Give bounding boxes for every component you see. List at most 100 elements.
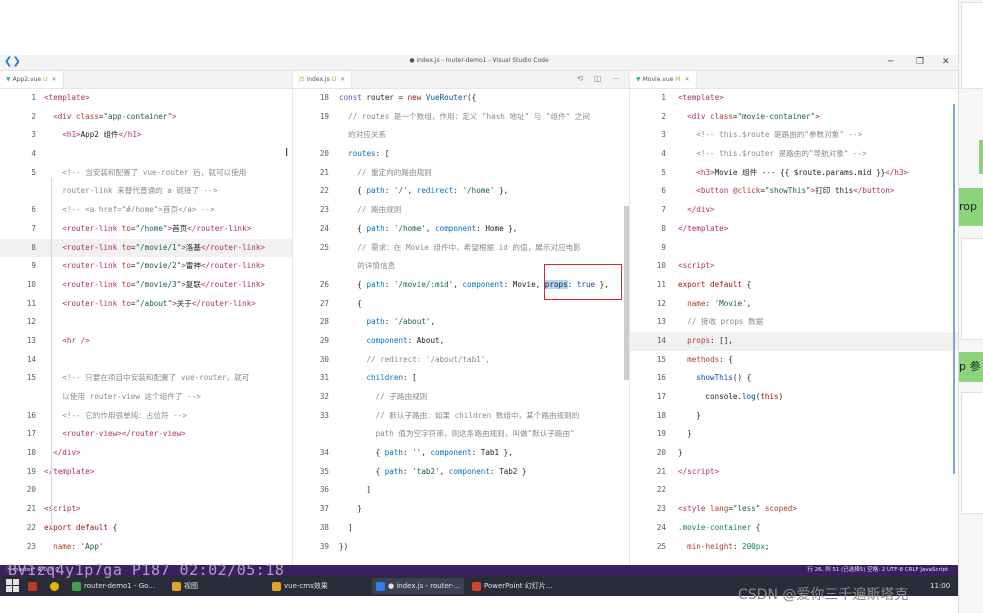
line-text[interactable]: console.log(this) xyxy=(678,388,783,407)
code-line[interactable]: 18 const router = new VueRouter({ xyxy=(293,89,630,108)
code-line[interactable]: 12 xyxy=(0,313,292,332)
code-line[interactable]: 19 // routes 是一个数组，作用：定义 "hash 地址" 与 "组件… xyxy=(293,108,630,127)
line-text[interactable]: // routes 是一个数组，作用：定义 "hash 地址" 与 "组件" 之… xyxy=(339,108,590,127)
code-line[interactable]: 29 component: About, xyxy=(293,332,630,351)
minimize-button[interactable]: ─ xyxy=(888,56,893,68)
line-text[interactable]: <!-- this.$router 是路由的"导航对象" --> xyxy=(678,145,866,164)
code-line[interactable]: 16 <!-- 它的作用很单纯：占位符 --> xyxy=(0,407,292,426)
code-line[interactable]: 9 xyxy=(630,239,959,258)
line-text[interactable]: props: [], xyxy=(678,332,733,351)
close-icon[interactable]: ✕ xyxy=(685,76,690,83)
code-line[interactable]: 14 xyxy=(0,351,292,370)
code-line[interactable]: 21 <script> xyxy=(0,500,292,519)
line-text[interactable]: </script> xyxy=(678,463,719,482)
line-text[interactable]: </div> xyxy=(678,201,714,220)
line-text[interactable]: <router-link to="/movie/2">雷神</router-li… xyxy=(44,257,265,276)
code-line[interactable]: 18 </div> xyxy=(0,444,292,463)
line-text[interactable]: } xyxy=(678,444,683,463)
line-text[interactable]: <!-- 只要在项目中安装和配置了 vue-router，就可 xyxy=(44,369,249,388)
line-text[interactable]: <router-view></router-view> xyxy=(44,425,185,444)
tab-movie-vue[interactable]: ▼ Movie.vue M ✕ xyxy=(630,71,697,88)
code-line[interactable]: 20 xyxy=(0,481,292,500)
line-text[interactable]: { path: '/home', component: Home }, xyxy=(339,220,517,239)
code-line[interactable]: router-link 来替代普通的 a 链接了 --> xyxy=(0,182,292,201)
line-text[interactable]: { path: 'tab2', component: Tab2 } xyxy=(339,463,527,482)
line-text[interactable]: component: About, xyxy=(339,332,444,351)
line-text[interactable]: path 值为空字符串，则这条路由规则，叫做"默认子路由" xyxy=(339,425,575,444)
line-text[interactable]: router-link 来替代普通的 a 链接了 --> xyxy=(44,182,217,201)
code-line[interactable]: 17 console.log(this) xyxy=(630,388,959,407)
editor-pane-app2[interactable]: ▼ App2.vue U ✕ 1 <template> 2 <div class="app… xyxy=(0,71,292,565)
line-text[interactable]: // 路由规则 xyxy=(339,201,401,220)
code-line[interactable]: 1 <template> xyxy=(0,89,292,108)
line-text[interactable]: <div class="movie-container"> xyxy=(678,108,820,127)
line-text[interactable]: { xyxy=(339,295,362,314)
code-line[interactable]: 21 // 重定向的路由规则 xyxy=(293,164,630,183)
taskbar-app-icon[interactable] xyxy=(28,578,42,594)
code-line[interactable]: 4 xyxy=(0,145,292,164)
editor-actions[interactable]: ⟲ ◫ ⋯ xyxy=(577,74,624,83)
line-text[interactable]: 的对应关系 xyxy=(339,126,386,145)
thumbnail[interactable] xyxy=(961,2,983,89)
close-icon[interactable]: ✕ xyxy=(340,76,345,83)
line-text[interactable]: // 接收 props 数据 xyxy=(678,313,763,332)
code-lines[interactable]: 1 <template> 2 <div class="movie-container… xyxy=(630,89,959,556)
line-text[interactable]: <router-link to="/home">首页</router-link> xyxy=(44,220,251,239)
line-text[interactable]: 的详情信息 xyxy=(339,257,395,276)
code-line[interactable]: 19 </template> xyxy=(0,463,292,482)
code-line[interactable]: 33 // 默认子路由：如果 children 数组中，某个路由规则的 xyxy=(293,407,630,426)
line-text[interactable]: </template> xyxy=(678,220,728,239)
line-text[interactable]: <router-link to="/movie/1">洛基</router-li… xyxy=(44,239,265,258)
line-text[interactable]: </div> xyxy=(44,444,80,463)
thumbnail[interactable] xyxy=(961,392,983,514)
editor-pane-movie-vue[interactable]: ▼ Movie.vue M ✕ 1 <template> 2 <div class="mo… xyxy=(629,71,959,565)
line-text[interactable]: <template> xyxy=(678,89,724,108)
editor-pane-index-js[interactable]: JS index.js U ✕ ⟲ ◫ ⋯ 18 const router = new … xyxy=(292,71,630,565)
code-line[interactable]: 19 } xyxy=(630,425,959,444)
line-text[interactable]: showThis() { xyxy=(678,369,751,388)
code-line[interactable]: 22 xyxy=(630,481,959,500)
line-text[interactable]: ] xyxy=(339,519,353,538)
line-text[interactable]: // 默认子路由：如果 children 数组中，某个路由规则的 xyxy=(339,407,580,426)
line-text[interactable]: // 需求：在 Movie 组件中，希望根据 id 的值，展示对应电影 xyxy=(339,239,580,258)
code-line[interactable]: 13 <hr /> xyxy=(0,332,292,351)
line-text[interactable]: const router = new VueRouter({ xyxy=(339,89,476,108)
line-text[interactable]: min-height: 200px; xyxy=(678,538,769,557)
code-line[interactable]: 20 routes: [ xyxy=(293,145,630,164)
code-line[interactable]: 11 <router-link to="/about">关于</router-l… xyxy=(0,295,292,314)
code-line[interactable]: 17 <router-view></router-view> xyxy=(0,425,292,444)
code-line[interactable]: 4 <!-- this.$router 是路由的"导航对象" --> xyxy=(630,145,959,164)
line-text[interactable]: routes: [ xyxy=(339,145,389,164)
code-line[interactable]: 34 { path: '', component: Tab1 }, xyxy=(293,444,630,463)
code-line[interactable]: 的对应关系 xyxy=(293,126,630,145)
code-line[interactable]: 28 path: '/about', xyxy=(293,313,630,332)
code-line[interactable]: 36 ] xyxy=(293,481,630,500)
clock[interactable]: 11:00 xyxy=(930,578,950,594)
code-line[interactable]: 38 ] xyxy=(293,519,630,538)
code-lines[interactable]: 18 const router = new VueRouter({19 // ro… xyxy=(293,89,630,556)
taskbar-item[interactable]: PowerPoint 幻灯片... xyxy=(472,578,552,594)
code-line[interactable]: 7 </div> xyxy=(630,201,959,220)
line-text[interactable]: <template> xyxy=(44,89,90,108)
windows-start-icon[interactable] xyxy=(6,579,20,593)
line-text[interactable]: <router-link to="/about">关于</router-link… xyxy=(44,295,256,314)
line-text[interactable]: <!-- <a href="#/home">首页</a> --> xyxy=(44,201,214,220)
line-text[interactable]: } xyxy=(678,425,692,444)
code-line[interactable]: 8 </template> xyxy=(630,220,959,239)
taskbar-item-active[interactable]: ● index.js - router-... xyxy=(372,578,465,594)
chrome-icon[interactable] xyxy=(50,578,64,594)
line-text[interactable]: }) xyxy=(339,538,348,557)
line-text[interactable]: <button @click="showThis">打印 this</butto… xyxy=(678,182,894,201)
code-line[interactable]: 5 <h3>Movie 组件 --- {{ $route.params.mid … xyxy=(630,164,959,183)
code-line[interactable]: 6 <button @click="showThis">打印 this</but… xyxy=(630,182,959,201)
code-line[interactable]: 11 export default { xyxy=(630,276,959,295)
code-line[interactable]: 23 <style lang="less" scoped> xyxy=(630,500,959,519)
line-text[interactable]: path: '/about', xyxy=(339,313,435,332)
line-text[interactable]: ] xyxy=(339,481,371,500)
line-text[interactable]: 以使用 router-view 这个组件了 --> xyxy=(44,388,200,407)
line-text[interactable]: name: 'App' xyxy=(44,538,103,557)
line-text[interactable]: name: 'Movie', xyxy=(678,295,751,314)
code-line[interactable]: 6 <!-- <a href="#/home">首页</a> --> xyxy=(0,201,292,220)
line-text[interactable]: <style lang="less" scoped> xyxy=(678,500,797,519)
code-line[interactable]: 22 { path: '/', redirect: '/home' }, xyxy=(293,182,630,201)
